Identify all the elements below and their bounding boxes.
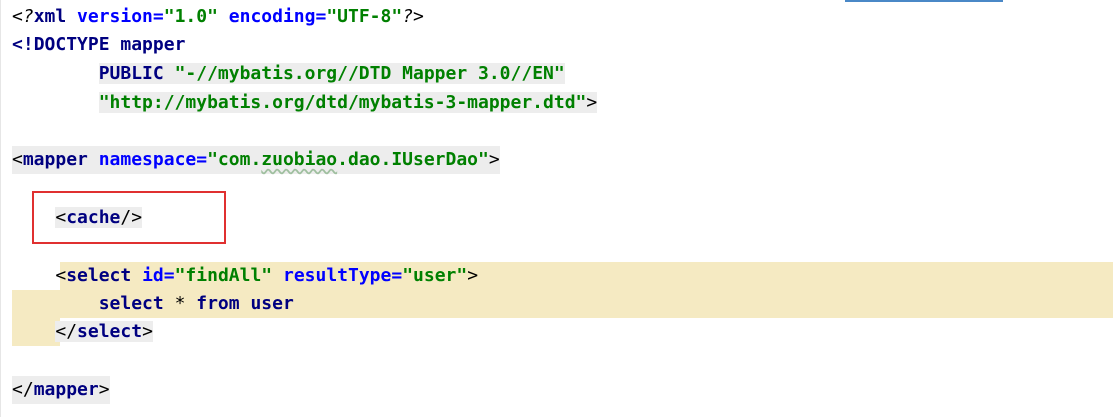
code-line-12: </select> bbox=[12, 318, 153, 346]
tag-end-open: </ bbox=[12, 379, 34, 400]
mapper-end-tag: mapper bbox=[33, 379, 99, 400]
attr-encoding: encoding bbox=[217, 6, 316, 27]
sql-from-keyword: from bbox=[196, 293, 240, 314]
id-value: "findAll" bbox=[174, 265, 273, 286]
pi-name: xml bbox=[33, 6, 67, 27]
pi-close: ?> bbox=[402, 6, 424, 27]
system-id: "http://mybatis.org/dtd/mybatis-3-mapper… bbox=[98, 92, 587, 113]
attr-resulttype: resultType bbox=[272, 265, 392, 286]
eq: = bbox=[196, 149, 208, 170]
pi-open: <? bbox=[12, 6, 34, 27]
doctype-root: mapper bbox=[109, 34, 186, 55]
public-id: "-//mybatis.org//DTD Mapper 3.0//EN" bbox=[174, 63, 565, 84]
attr-version: version bbox=[66, 6, 153, 27]
doctype-open: <! bbox=[12, 34, 34, 55]
resulttype-value: "user" bbox=[402, 265, 468, 286]
attr-id: id bbox=[131, 265, 164, 286]
sql-table-name: user bbox=[250, 293, 294, 314]
code-line-4: "http://mybatis.org/dtd/mybatis-3-mapper… bbox=[12, 89, 598, 117]
value-version: "1.0" bbox=[163, 6, 218, 27]
code-line-2: <!DOCTYPE mapper bbox=[12, 31, 185, 59]
eq: = bbox=[152, 6, 164, 27]
namespace-value-typo: zuobiao bbox=[261, 149, 338, 170]
tag-open-bracket: < bbox=[55, 265, 67, 286]
namespace-value-start: "com. bbox=[207, 149, 262, 170]
tag-close-bracket: > bbox=[98, 379, 110, 400]
left-gutter-divider bbox=[0, 0, 1, 417]
code-editor[interactable]: <?xml version="1.0" encoding="UTF-8"?> <… bbox=[0, 0, 1113, 417]
code-line-14: </mapper> bbox=[12, 376, 110, 404]
eq: = bbox=[391, 265, 403, 286]
tag-end-open: </ bbox=[55, 321, 78, 342]
select-end-tag: select bbox=[77, 321, 143, 342]
doctype-keyword: DOCTYPE bbox=[33, 34, 110, 55]
code-line-11: select * from user bbox=[12, 290, 294, 318]
code-line-6: <mapper namespace="com.zuobiao.dao.IUser… bbox=[12, 146, 500, 174]
code-line-3: PUBLIC "-//mybatis.org//DTD Mapper 3.0//… bbox=[12, 60, 565, 88]
editor-tab-edge bbox=[845, 0, 1003, 2]
public-keyword: PUBLIC bbox=[98, 63, 164, 84]
sql-select-keyword: select bbox=[98, 293, 164, 314]
sql-star: * bbox=[163, 293, 197, 314]
tag-close-bracket: > bbox=[142, 321, 153, 342]
doctype-close: > bbox=[586, 92, 598, 113]
code-line-10: <select id="findAll" resultType="user"> bbox=[12, 262, 478, 290]
tag-open-bracket: < bbox=[12, 149, 23, 170]
tag-close-bracket: > bbox=[488, 149, 500, 170]
namespace-value-end: .dao.IUserDao" bbox=[337, 149, 489, 170]
select-tag: select bbox=[66, 265, 132, 286]
eq: = bbox=[315, 6, 327, 27]
tag-close-bracket: > bbox=[467, 265, 479, 286]
value-encoding: "UTF-8" bbox=[326, 6, 403, 27]
attr-namespace: namespace bbox=[87, 149, 197, 170]
code-line-1: <?xml version="1.0" encoding="UTF-8"?> bbox=[12, 3, 424, 31]
eq: = bbox=[163, 265, 175, 286]
mapper-tag: mapper bbox=[22, 149, 88, 170]
cache-annotation-box bbox=[32, 191, 226, 244]
